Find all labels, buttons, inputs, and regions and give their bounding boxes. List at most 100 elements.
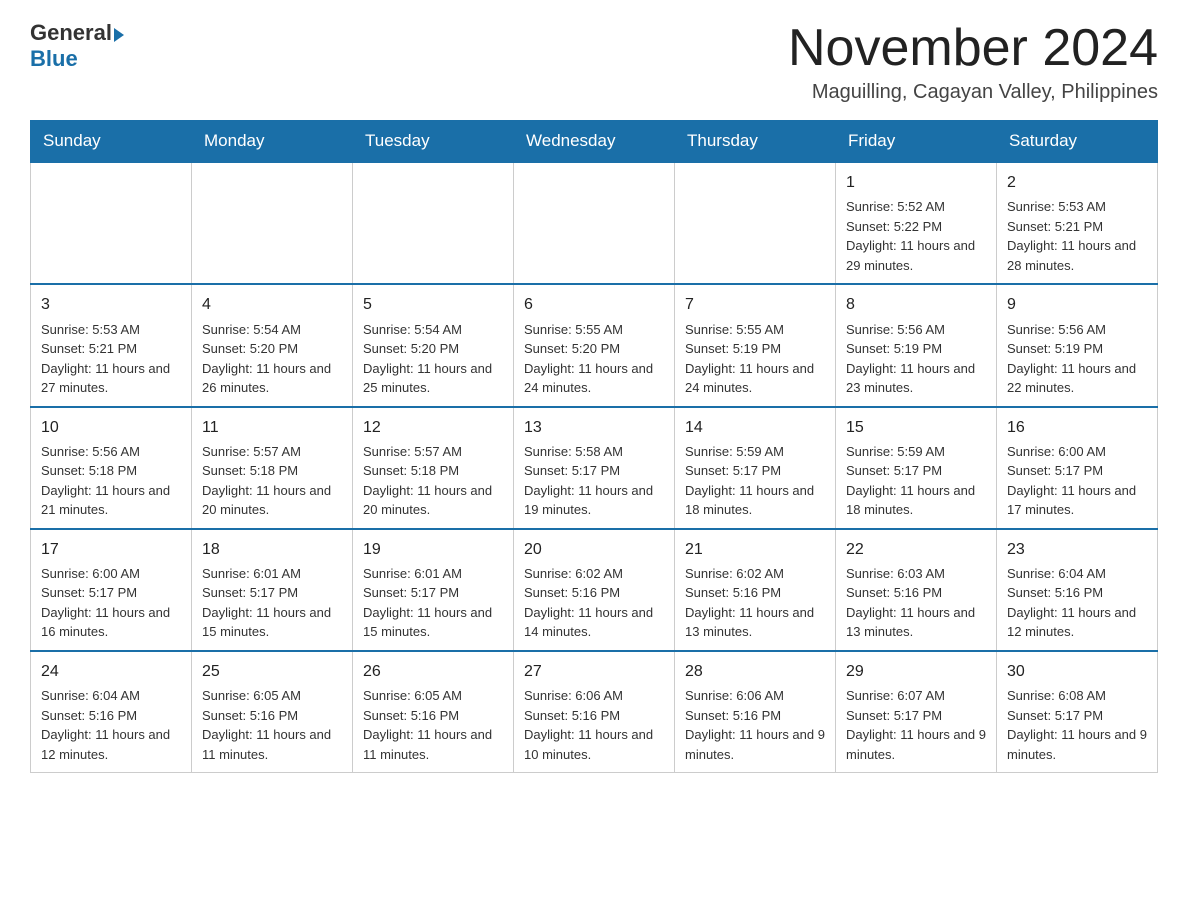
calendar-day-cell [31,162,192,284]
day-of-week-header: Thursday [675,121,836,163]
day-info: Sunrise: 5:56 AM Sunset: 5:18 PM Dayligh… [41,442,181,520]
day-number: 22 [846,538,986,561]
day-number: 3 [41,293,181,316]
day-number: 13 [524,416,664,439]
day-number: 16 [1007,416,1147,439]
day-number: 1 [846,171,986,194]
day-of-week-header: Sunday [31,121,192,163]
day-info: Sunrise: 5:59 AM Sunset: 5:17 PM Dayligh… [846,442,986,520]
calendar-day-cell: 26 Sunrise: 6:05 AM Sunset: 5:16 PM Dayli… [353,651,514,773]
day-number: 5 [363,293,503,316]
day-number: 27 [524,660,664,683]
calendar-day-cell: 21 Sunrise: 6:02 AM Sunset: 5:16 PM Dayli… [675,529,836,651]
calendar-week-row: 17Sunrise: 6:00 AM Sunset: 5:17 PM Dayli… [31,529,1158,651]
day-info: Sunrise: 5:58 AM Sunset: 5:17 PM Dayligh… [524,442,664,520]
calendar-day-cell: 6 Sunrise: 5:55 AM Sunset: 5:20 PM Daylig… [514,284,675,406]
day-info: Sunrise: 6:04 AM Sunset: 5:16 PM Dayligh… [1007,564,1147,642]
calendar-week-row: 24 Sunrise: 6:04 AM Sunset: 5:16 PM Dayli… [31,651,1158,773]
day-info: Sunrise: 6:00 AM Sunset: 5:17 PM Dayligh… [41,564,181,642]
calendar-header-row: SundayMondayTuesdayWednesdayThursdayFrid… [31,121,1158,163]
calendar-day-cell: 19 Sunrise: 6:01 AM Sunset: 5:17 PM Dayli… [353,529,514,651]
day-info: Sunrise: 6:01 AM Sunset: 5:17 PM Dayligh… [363,564,503,642]
page-header: General Blue November 2024 Maguilling, C… [30,20,1158,104]
day-number: 9 [1007,293,1147,316]
day-info: Sunrise: 5:54 AM Sunset: 5:20 PM Dayligh… [363,320,503,398]
calendar-day-cell: 8Sunrise: 5:56 AM Sunset: 5:19 PM Daylig… [836,284,997,406]
calendar-day-cell: 18 Sunrise: 6:01 AM Sunset: 5:17 PM Dayli… [192,529,353,651]
day-of-week-header: Saturday [997,121,1158,163]
day-number: 7 [685,293,825,316]
day-info: Sunrise: 6:05 AM Sunset: 5:16 PM Dayligh… [363,686,503,764]
calendar-day-cell: 2 Sunrise: 5:53 AM Sunset: 5:21 PM Daylig… [997,162,1158,284]
day-number: 29 [846,660,986,683]
day-number: 21 [685,538,825,561]
calendar-day-cell: 9 Sunrise: 5:56 AM Sunset: 5:19 PM Daylig… [997,284,1158,406]
title-section: November 2024 Maguilling, Cagayan Valley… [788,20,1158,104]
day-of-week-header: Tuesday [353,121,514,163]
day-info: Sunrise: 6:00 AM Sunset: 5:17 PM Dayligh… [1007,442,1147,520]
day-number: 30 [1007,660,1147,683]
calendar-day-cell: 13 Sunrise: 5:58 AM Sunset: 5:17 PM Dayli… [514,407,675,529]
calendar-day-cell [353,162,514,284]
day-number: 20 [524,538,664,561]
calendar-week-row: 3 Sunrise: 5:53 AM Sunset: 5:21 PM Daylig… [31,284,1158,406]
day-number: 8 [846,293,986,316]
day-info: Sunrise: 6:08 AM Sunset: 5:17 PM Dayligh… [1007,686,1147,764]
day-number: 15 [846,416,986,439]
day-info: Sunrise: 5:57 AM Sunset: 5:18 PM Dayligh… [202,442,342,520]
calendar-day-cell [192,162,353,284]
month-title: November 2024 [788,20,1158,77]
day-info: Sunrise: 5:56 AM Sunset: 5:19 PM Dayligh… [1007,320,1147,398]
calendar-day-cell: 22Sunrise: 6:03 AM Sunset: 5:16 PM Dayli… [836,529,997,651]
day-number: 10 [41,416,181,439]
day-number: 18 [202,538,342,561]
calendar-day-cell: 24 Sunrise: 6:04 AM Sunset: 5:16 PM Dayli… [31,651,192,773]
calendar-day-cell: 16 Sunrise: 6:00 AM Sunset: 5:17 PM Dayli… [997,407,1158,529]
calendar-day-cell: 14Sunrise: 5:59 AM Sunset: 5:17 PM Dayli… [675,407,836,529]
calendar-day-cell: 10 Sunrise: 5:56 AM Sunset: 5:18 PM Dayli… [31,407,192,529]
calendar-day-cell [675,162,836,284]
logo: General Blue [30,20,124,72]
calendar-day-cell: 23 Sunrise: 6:04 AM Sunset: 5:16 PM Dayli… [997,529,1158,651]
calendar-day-cell: 20 Sunrise: 6:02 AM Sunset: 5:16 PM Dayli… [514,529,675,651]
day-number: 23 [1007,538,1147,561]
calendar-day-cell: 27 Sunrise: 6:06 AM Sunset: 5:16 PM Dayli… [514,651,675,773]
day-number: 25 [202,660,342,683]
day-number: 12 [363,416,503,439]
day-info: Sunrise: 6:01 AM Sunset: 5:17 PM Dayligh… [202,564,342,642]
day-info: Sunrise: 5:59 AM Sunset: 5:17 PM Dayligh… [685,442,825,520]
calendar-day-cell: 29Sunrise: 6:07 AM Sunset: 5:17 PM Dayli… [836,651,997,773]
day-info: Sunrise: 6:06 AM Sunset: 5:16 PM Dayligh… [685,686,825,764]
calendar-day-cell: 11Sunrise: 5:57 AM Sunset: 5:18 PM Dayli… [192,407,353,529]
day-info: Sunrise: 5:53 AM Sunset: 5:21 PM Dayligh… [41,320,181,398]
day-info: Sunrise: 5:55 AM Sunset: 5:19 PM Dayligh… [685,320,825,398]
day-number: 26 [363,660,503,683]
day-number: 2 [1007,171,1147,194]
day-info: Sunrise: 5:55 AM Sunset: 5:20 PM Dayligh… [524,320,664,398]
calendar-table: SundayMondayTuesdayWednesdayThursdayFrid… [30,120,1158,773]
day-number: 6 [524,293,664,316]
logo-blue: Blue [30,46,124,72]
calendar-week-row: 1Sunrise: 5:52 AM Sunset: 5:22 PM Daylig… [31,162,1158,284]
day-of-week-header: Monday [192,121,353,163]
logo-arrow-icon [114,28,124,42]
day-info: Sunrise: 5:57 AM Sunset: 5:18 PM Dayligh… [363,442,503,520]
calendar-day-cell: 12 Sunrise: 5:57 AM Sunset: 5:18 PM Dayli… [353,407,514,529]
location-subtitle: Maguilling, Cagayan Valley, Philippines [788,81,1158,104]
logo-general: General [30,20,112,46]
calendar-day-cell: 1Sunrise: 5:52 AM Sunset: 5:22 PM Daylig… [836,162,997,284]
calendar-day-cell: 15 Sunrise: 5:59 AM Sunset: 5:17 PM Dayli… [836,407,997,529]
calendar-day-cell [514,162,675,284]
calendar-day-cell: 4Sunrise: 5:54 AM Sunset: 5:20 PM Daylig… [192,284,353,406]
day-number: 24 [41,660,181,683]
calendar-week-row: 10 Sunrise: 5:56 AM Sunset: 5:18 PM Dayli… [31,407,1158,529]
day-info: Sunrise: 6:02 AM Sunset: 5:16 PM Dayligh… [685,564,825,642]
day-of-week-header: Friday [836,121,997,163]
day-number: 19 [363,538,503,561]
day-info: Sunrise: 6:04 AM Sunset: 5:16 PM Dayligh… [41,686,181,764]
day-info: Sunrise: 6:02 AM Sunset: 5:16 PM Dayligh… [524,564,664,642]
day-info: Sunrise: 6:05 AM Sunset: 5:16 PM Dayligh… [202,686,342,764]
day-info: Sunrise: 6:06 AM Sunset: 5:16 PM Dayligh… [524,686,664,764]
day-number: 4 [202,293,342,316]
day-info: Sunrise: 5:53 AM Sunset: 5:21 PM Dayligh… [1007,197,1147,275]
